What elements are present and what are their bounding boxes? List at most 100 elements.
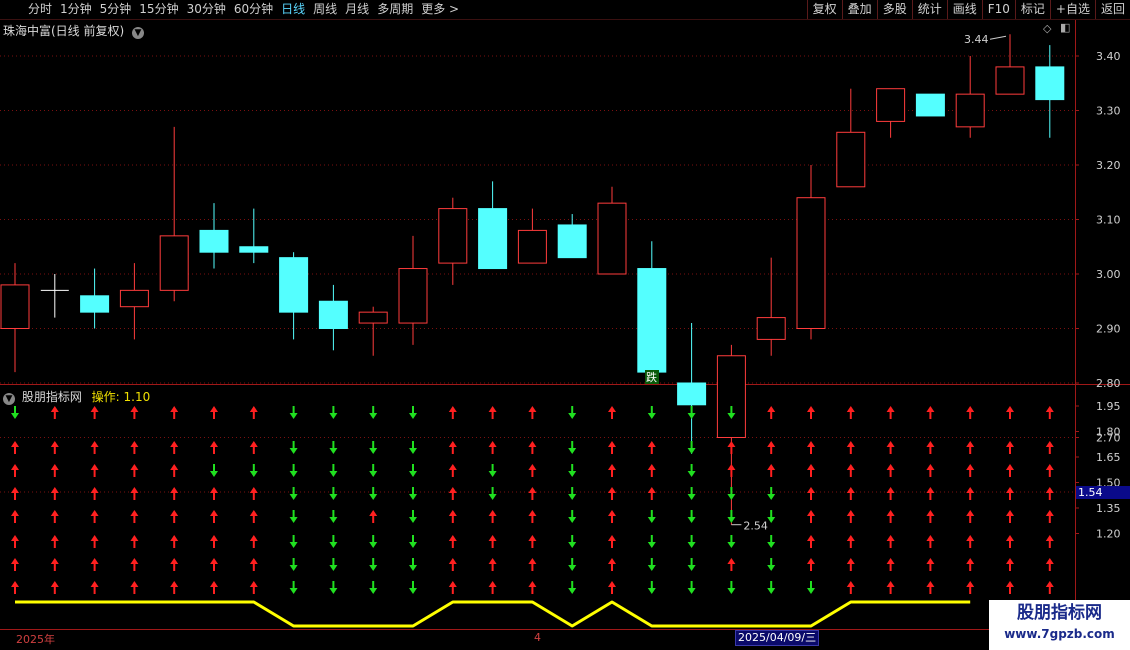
arrow-up-icon <box>727 441 736 454</box>
candle-4-body <box>159 235 189 291</box>
arrow-up-icon <box>130 464 139 477</box>
arrow-up-icon <box>926 535 935 548</box>
arrow-up-icon <box>50 535 59 548</box>
arrow-up-icon <box>249 406 258 419</box>
arrow-up-icon <box>1006 406 1014 419</box>
arrow-up-icon <box>1045 558 1054 571</box>
arrow-down-icon <box>568 406 577 419</box>
arrow-down-icon <box>807 581 815 594</box>
arrow-up-icon <box>926 581 935 594</box>
arrow-up-icon <box>50 510 59 523</box>
arrow-down-icon <box>767 510 776 523</box>
candle-12-body <box>478 208 508 270</box>
arrow-down-icon <box>329 510 338 523</box>
arrow-up-icon <box>767 464 776 477</box>
candle-3-body <box>119 289 149 308</box>
arrow-up-icon <box>50 464 59 477</box>
candle-26-body <box>1035 66 1065 101</box>
arrow-up-icon <box>488 581 497 594</box>
arrow-up-icon <box>528 464 537 477</box>
arrow-up-icon <box>1045 535 1054 548</box>
arrow-up-icon <box>966 406 975 419</box>
arrow-up-icon <box>90 510 99 523</box>
arrow-up-icon <box>1006 487 1014 500</box>
arrow-down-icon <box>369 535 378 548</box>
arrow-up-icon <box>130 581 139 594</box>
arrow-up-icon <box>90 464 99 477</box>
arrow-up-icon <box>528 581 537 594</box>
arrow-up-icon <box>130 406 139 419</box>
signal-label: 跌 <box>646 370 657 384</box>
signal-step-line <box>15 600 971 628</box>
arrow-up-icon <box>846 406 855 419</box>
arrow-down-icon <box>687 535 696 548</box>
arrow-down-icon <box>409 510 417 523</box>
arrow-down-icon <box>568 535 577 548</box>
arrow-up-icon <box>647 464 656 477</box>
arrow-up-icon <box>448 510 457 523</box>
kline-chart[interactable]: 3.403.303.203.103.002.902.802.702.603.44… <box>0 0 1130 650</box>
arrow-down-icon <box>687 558 696 571</box>
low-label: 2.54 <box>743 520 768 533</box>
arrow-down-icon <box>767 535 776 548</box>
arrow-up-icon <box>170 487 179 500</box>
arrow-up-icon <box>488 535 497 548</box>
arrow-up-icon <box>966 581 975 594</box>
arrow-down-icon <box>369 487 378 500</box>
arrow-up-icon <box>807 558 815 571</box>
arrow-down-icon <box>289 581 298 594</box>
arrow-up-icon <box>608 406 616 419</box>
price-tick-label: 3.40 <box>1096 50 1121 63</box>
arrow-down-icon <box>369 406 378 419</box>
arrow-up-icon <box>528 406 537 419</box>
candle-6-body <box>239 246 269 253</box>
arrow-up-icon <box>11 558 19 571</box>
arrow-down-icon <box>647 535 656 548</box>
arrow-down-icon <box>687 581 696 594</box>
arrow-up-icon <box>1045 464 1054 477</box>
arrow-down-icon <box>488 464 497 477</box>
arrow-down-icon <box>289 406 298 419</box>
arrow-up-icon <box>488 558 497 571</box>
watermark-name: 股朋指标网 <box>1017 603 1102 623</box>
arrow-up-icon <box>1045 441 1054 454</box>
arrow-up-icon <box>846 441 855 454</box>
candle-0-body <box>0 284 30 329</box>
arrow-down-icon <box>329 487 338 500</box>
arrow-up-icon <box>846 464 855 477</box>
arrow-down-icon <box>687 487 696 500</box>
arrow-up-icon <box>249 441 258 454</box>
arrow-up-icon <box>130 441 139 454</box>
arrow-up-icon <box>90 406 99 419</box>
arrow-up-icon <box>210 510 218 523</box>
arrow-up-icon <box>966 558 975 571</box>
arrow-down-icon <box>727 510 736 523</box>
arrow-up-icon <box>170 441 179 454</box>
arrow-up-icon <box>130 510 139 523</box>
arrow-down-icon <box>289 441 298 454</box>
arrow-up-icon <box>966 441 975 454</box>
arrow-down-icon <box>289 535 298 548</box>
candle-14-body <box>557 224 587 259</box>
arrow-up-icon <box>608 558 616 571</box>
arrow-down-icon <box>289 487 298 500</box>
arrow-up-icon <box>488 406 497 419</box>
arrow-up-icon <box>886 558 895 571</box>
arrow-up-icon <box>846 510 855 523</box>
arrow-up-icon <box>249 581 258 594</box>
arrow-up-icon <box>608 441 616 454</box>
arrow-up-icon <box>1045 581 1054 594</box>
arrow-up-icon <box>966 510 975 523</box>
arrow-up-icon <box>369 510 378 523</box>
arrow-up-icon <box>926 487 935 500</box>
arrow-up-icon <box>11 441 19 454</box>
arrow-up-icon <box>886 510 895 523</box>
arrow-up-icon <box>210 406 218 419</box>
arrow-down-icon <box>369 464 378 477</box>
arrow-up-icon <box>170 464 179 477</box>
arrow-up-icon <box>11 487 19 500</box>
candle-21-body <box>836 131 866 188</box>
arrow-up-icon <box>528 510 537 523</box>
arrow-up-icon <box>727 558 736 571</box>
candle-23-body <box>915 93 945 117</box>
